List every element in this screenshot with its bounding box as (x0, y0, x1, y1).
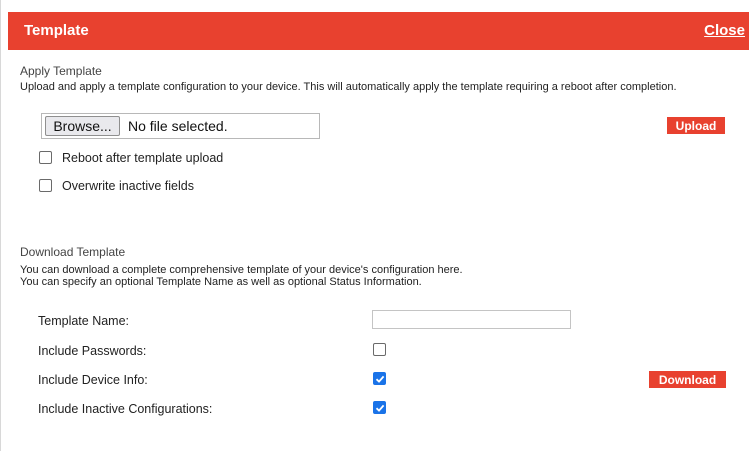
download-template-heading: Download Template (20, 245, 126, 259)
dialog-header: Template Close (8, 12, 749, 50)
reboot-after-upload-label: Reboot after template upload (62, 151, 224, 165)
browse-button[interactable]: Browse... (45, 116, 120, 136)
template-file-input[interactable]: Browse... No file selected. (41, 113, 320, 139)
file-status-text: No file selected. (128, 118, 228, 134)
download-description-line2: You can specify an optional Template Nam… (20, 276, 422, 288)
checkmark-icon (375, 375, 385, 383)
include-passwords-label: Include Passwords: (38, 344, 147, 358)
include-passwords-checkbox[interactable] (373, 343, 386, 356)
include-device-info-checkbox[interactable] (373, 372, 386, 385)
download-description-line1: You can download a complete comprehensiv… (20, 264, 463, 276)
include-inactive-configurations-label: Include Inactive Configurations: (38, 402, 213, 416)
overwrite-inactive-fields-checkbox[interactable] (39, 179, 52, 192)
reboot-after-upload-checkbox[interactable] (39, 151, 52, 164)
dialog-title: Template (24, 22, 89, 39)
download-button[interactable]: Download (649, 371, 726, 388)
apply-template-heading: Apply Template (20, 64, 102, 78)
template-name-label: Template Name: (38, 314, 130, 328)
template-name-input[interactable] (372, 310, 571, 329)
include-inactive-configurations-checkbox[interactable] (373, 401, 386, 414)
apply-template-description: Upload and apply a template configuratio… (20, 81, 677, 93)
close-link[interactable]: Close (704, 22, 745, 39)
checkmark-icon (375, 404, 385, 412)
upload-button[interactable]: Upload (667, 117, 725, 134)
overwrite-inactive-fields-label: Overwrite inactive fields (62, 179, 194, 193)
include-device-info-label: Include Device Info: (38, 373, 148, 387)
panel-left-border (0, 0, 1, 451)
